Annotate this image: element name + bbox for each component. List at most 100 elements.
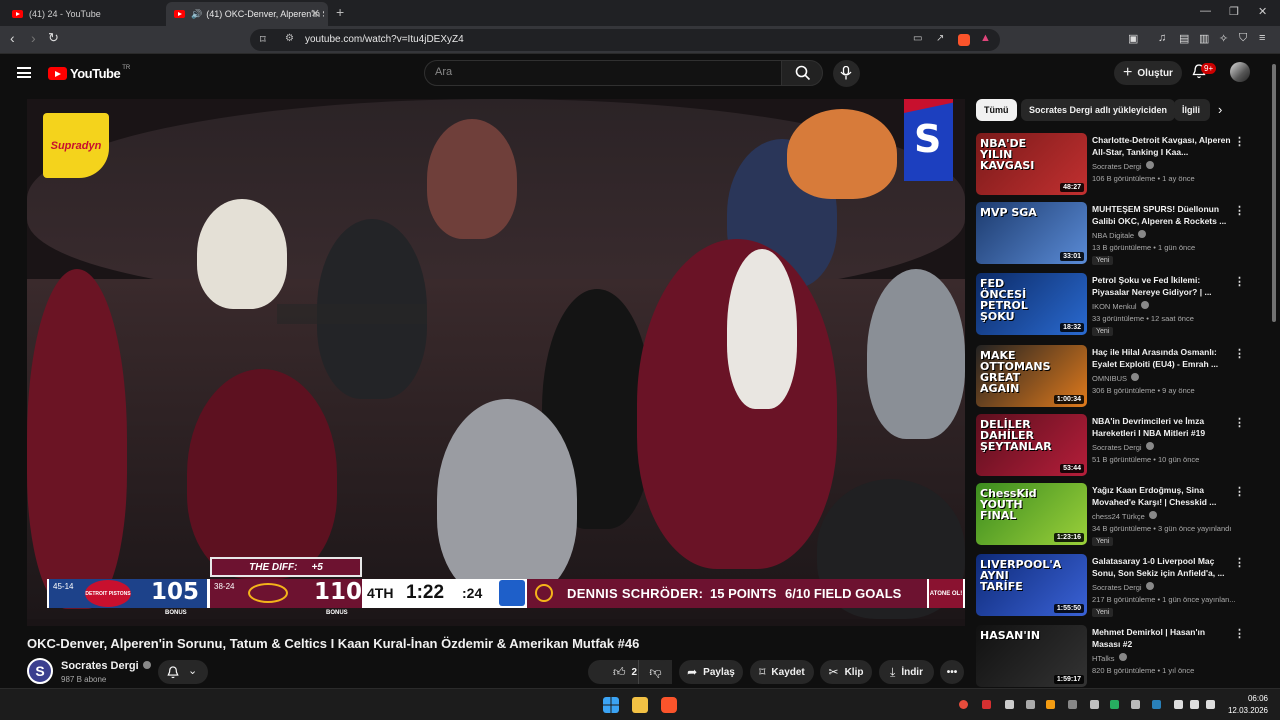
wallet-icon[interactable]: ▥ — [1199, 32, 1209, 45]
recommended-video-title[interactable]: MUHTEŞEM SPURS! Düellonun Galibi OKC, Al… — [1092, 203, 1232, 227]
recommended-video[interactable]: MVP SGA 33:01 MUHTEŞEM SPURS! Düellonun Ga… — [976, 202, 1266, 268]
tray-app-icon[interactable] — [959, 700, 968, 709]
vpn-shield-icon[interactable]: ⛉ — [1239, 32, 1247, 45]
recommended-video[interactable]: FED ÖNCESİ PETROL ŞOKU 18:32 Petrol Şoku v… — [976, 273, 1266, 339]
channel-name[interactable]: Socrates Dergi — [61, 660, 151, 672]
tray-app-icon[interactable] — [1046, 700, 1055, 709]
minimize-button[interactable]: — — [1200, 5, 1211, 17]
more-options-icon[interactable]: ⋮ — [1234, 135, 1245, 148]
subscription-bell-button[interactable]: ⌄ — [158, 660, 208, 684]
recommended-video-title[interactable]: Charlotte-Detroit Kavgası, Alperen All-S… — [1092, 134, 1232, 158]
reader-icon[interactable]: ▤ — [1179, 32, 1189, 45]
recommended-video[interactable]: LIVERPOOL'A AYNI TARİFE 1:55:50 Galatasara… — [976, 554, 1266, 620]
more-options-icon[interactable]: ⋮ — [1234, 275, 1245, 288]
tray-app-icon[interactable] — [1005, 700, 1014, 709]
video-thumbnail[interactable]: MVP SGA 33:01 — [976, 202, 1087, 264]
channel-avatar[interactable]: S — [27, 658, 53, 684]
search-input[interactable] — [435, 66, 765, 78]
file-explorer-icon[interactable] — [632, 697, 648, 713]
video-thumbnail[interactable]: DELİLER DAHİLER ŞEYTANLAR 53:44 — [976, 414, 1087, 476]
dislike-button[interactable]: 👎︎ — [638, 660, 672, 684]
taskbar-date[interactable]: 12.03.2026 — [1226, 706, 1268, 715]
video-thumbnail[interactable]: FED ÖNCESİ PETROL ŞOKU 18:32 — [976, 273, 1087, 335]
reload-icon[interactable]: ↻ — [48, 30, 59, 46]
recommended-channel[interactable]: Socrates Dergi — [1092, 161, 1154, 171]
close-window-button[interactable]: ✕ — [1258, 5, 1267, 18]
chip-all[interactable]: Tümü — [976, 99, 1017, 121]
recommended-channel[interactable]: chess24 Türkçe — [1092, 511, 1157, 521]
chip-related[interactable]: İlgili — [1174, 99, 1210, 121]
video-thumbnail[interactable]: MAKE OTTOMANS GREAT AGAIN 1:00:34 — [976, 345, 1087, 407]
account-avatar[interactable] — [1230, 62, 1250, 82]
recommended-video[interactable]: MAKE OTTOMANS GREAT AGAIN 1:00:34 Haç ile … — [976, 345, 1266, 411]
brave-rewards-icon[interactable]: ▲ — [980, 32, 991, 44]
recommended-video-title[interactable]: Haç ile Hilal Arasında Osmanlı: Eyalet E… — [1092, 346, 1232, 370]
tray-app-icon[interactable] — [1110, 700, 1119, 709]
recommended-video[interactable]: HASAN'IN 1:59:17 Mehmet Demirkol | Hasan'ı… — [976, 625, 1266, 691]
media-icon[interactable]: ♫ — [1158, 32, 1166, 44]
taskbar-time[interactable]: 06:06 — [1236, 694, 1268, 703]
tray-app-icon[interactable] — [1152, 700, 1161, 709]
battery-icon[interactable] — [1206, 700, 1215, 709]
recommended-channel[interactable]: HTalks — [1092, 653, 1127, 663]
tray-app-icon[interactable] — [982, 700, 991, 709]
voice-search-button[interactable] — [833, 60, 860, 87]
search-button[interactable] — [781, 60, 823, 86]
scrollbar[interactable] — [1272, 64, 1276, 322]
recommended-video-title[interactable]: Petrol Şoku ve Fed İkilemi: Piyasalar Ne… — [1092, 274, 1232, 298]
more-actions-button[interactable]: ••• — [940, 660, 964, 684]
more-options-icon[interactable]: ⋮ — [1234, 627, 1245, 640]
recommended-channel[interactable]: Socrates Dergi — [1092, 582, 1154, 592]
youtube-logo[interactable]: YouTube TR — [48, 65, 130, 81]
back-icon[interactable]: ‹ — [10, 30, 15, 46]
share-icon[interactable]: ↗ — [936, 33, 944, 44]
recommended-video-title[interactable]: Mehmet Demirkol | Hasan'ın Masası #2 — [1092, 626, 1232, 650]
save-button[interactable]: ⌑ Kaydet — [750, 660, 814, 684]
brave-browser-icon[interactable] — [661, 697, 677, 713]
more-options-icon[interactable]: ⋮ — [1234, 416, 1245, 429]
wifi-icon[interactable] — [1174, 700, 1183, 709]
download-button[interactable]: ⤓ İndir — [879, 660, 934, 684]
cast-icon[interactable]: ▭ — [913, 33, 922, 44]
sidebar-panel-icon[interactable]: ▣ — [1128, 32, 1138, 45]
address-bar[interactable]: ⌑ ⚙ youtube.com/watch?v=Itu4jDEXyZ4 ▭ ↗ … — [250, 29, 1000, 51]
channel-watermark[interactable]: S — [904, 99, 953, 181]
share-button[interactable]: ➦ Paylaş — [679, 660, 743, 684]
recommended-channel[interactable]: NBA Digitale — [1092, 230, 1147, 240]
recommended-channel[interactable]: Socrates Dergi — [1092, 442, 1154, 452]
video-thumbnail[interactable]: LIVERPOOL'A AYNI TARİFE 1:55:50 — [976, 554, 1087, 616]
brave-shields-icon[interactable] — [958, 34, 970, 46]
video-thumbnail[interactable]: NBA'DE YILIN KAVGASI 48:27 — [976, 133, 1087, 195]
video-thumbnail[interactable]: ChessKid YOUTH FINAL 1:23:16 — [976, 483, 1087, 545]
volume-icon[interactable] — [1190, 700, 1199, 709]
chevron-right-icon[interactable]: › — [1218, 102, 1222, 117]
recommended-video-title[interactable]: Yağız Kaan Erdoğmuş, Sina Movahed'e Karş… — [1092, 484, 1232, 508]
clip-button[interactable]: ✂ Klip — [820, 660, 872, 684]
recommended-video-title[interactable]: Galatasaray 1-0 Liverpool Maç Sonu, Son … — [1092, 555, 1232, 579]
recommended-channel[interactable]: IKON Menkul — [1092, 301, 1149, 311]
create-button[interactable]: + Oluştur — [1114, 61, 1182, 85]
tray-app-icon[interactable] — [1090, 700, 1099, 709]
leo-ai-icon[interactable]: ✧ — [1219, 32, 1228, 45]
more-options-icon[interactable]: ⋮ — [1234, 485, 1245, 498]
recommended-video[interactable]: DELİLER DAHİLER ŞEYTANLAR 53:44 NBA'in Dev… — [976, 414, 1266, 480]
recommended-video[interactable]: ChessKid YOUTH FINAL 1:23:16 Yağız Kaan Er… — [976, 483, 1266, 549]
hamburger-menu-icon[interactable] — [17, 67, 31, 78]
restore-button[interactable]: ❐ — [1229, 5, 1239, 18]
browser-tab-active[interactable]: 🔊 (41) OKC-Denver, Alperen'in S ✕ — [166, 2, 328, 26]
close-tab-icon[interactable]: ✕ — [311, 7, 320, 20]
menu-icon[interactable]: ≡ — [1259, 32, 1265, 44]
tray-app-icon[interactable] — [1026, 700, 1035, 709]
more-options-icon[interactable]: ⋮ — [1234, 347, 1245, 360]
recommended-video[interactable]: NBA'DE YILIN KAVGASI 48:27 Charlotte-Detro… — [976, 133, 1266, 199]
more-options-icon[interactable]: ⋮ — [1234, 204, 1245, 217]
tray-app-icon[interactable] — [1068, 700, 1077, 709]
bookmark-icon[interactable]: ⌑ — [260, 33, 266, 46]
recommended-video-title[interactable]: NBA'in Devrimcileri ve İmza Hareketleri … — [1092, 415, 1232, 439]
more-options-icon[interactable]: ⋮ — [1234, 556, 1245, 569]
windows-start-icon[interactable] — [603, 697, 619, 713]
forward-icon[interactable]: › — [31, 30, 36, 46]
tray-app-icon[interactable] — [1131, 700, 1140, 709]
new-tab-button[interactable]: + — [336, 4, 344, 20]
video-thumbnail[interactable]: HASAN'IN 1:59:17 — [976, 625, 1087, 687]
